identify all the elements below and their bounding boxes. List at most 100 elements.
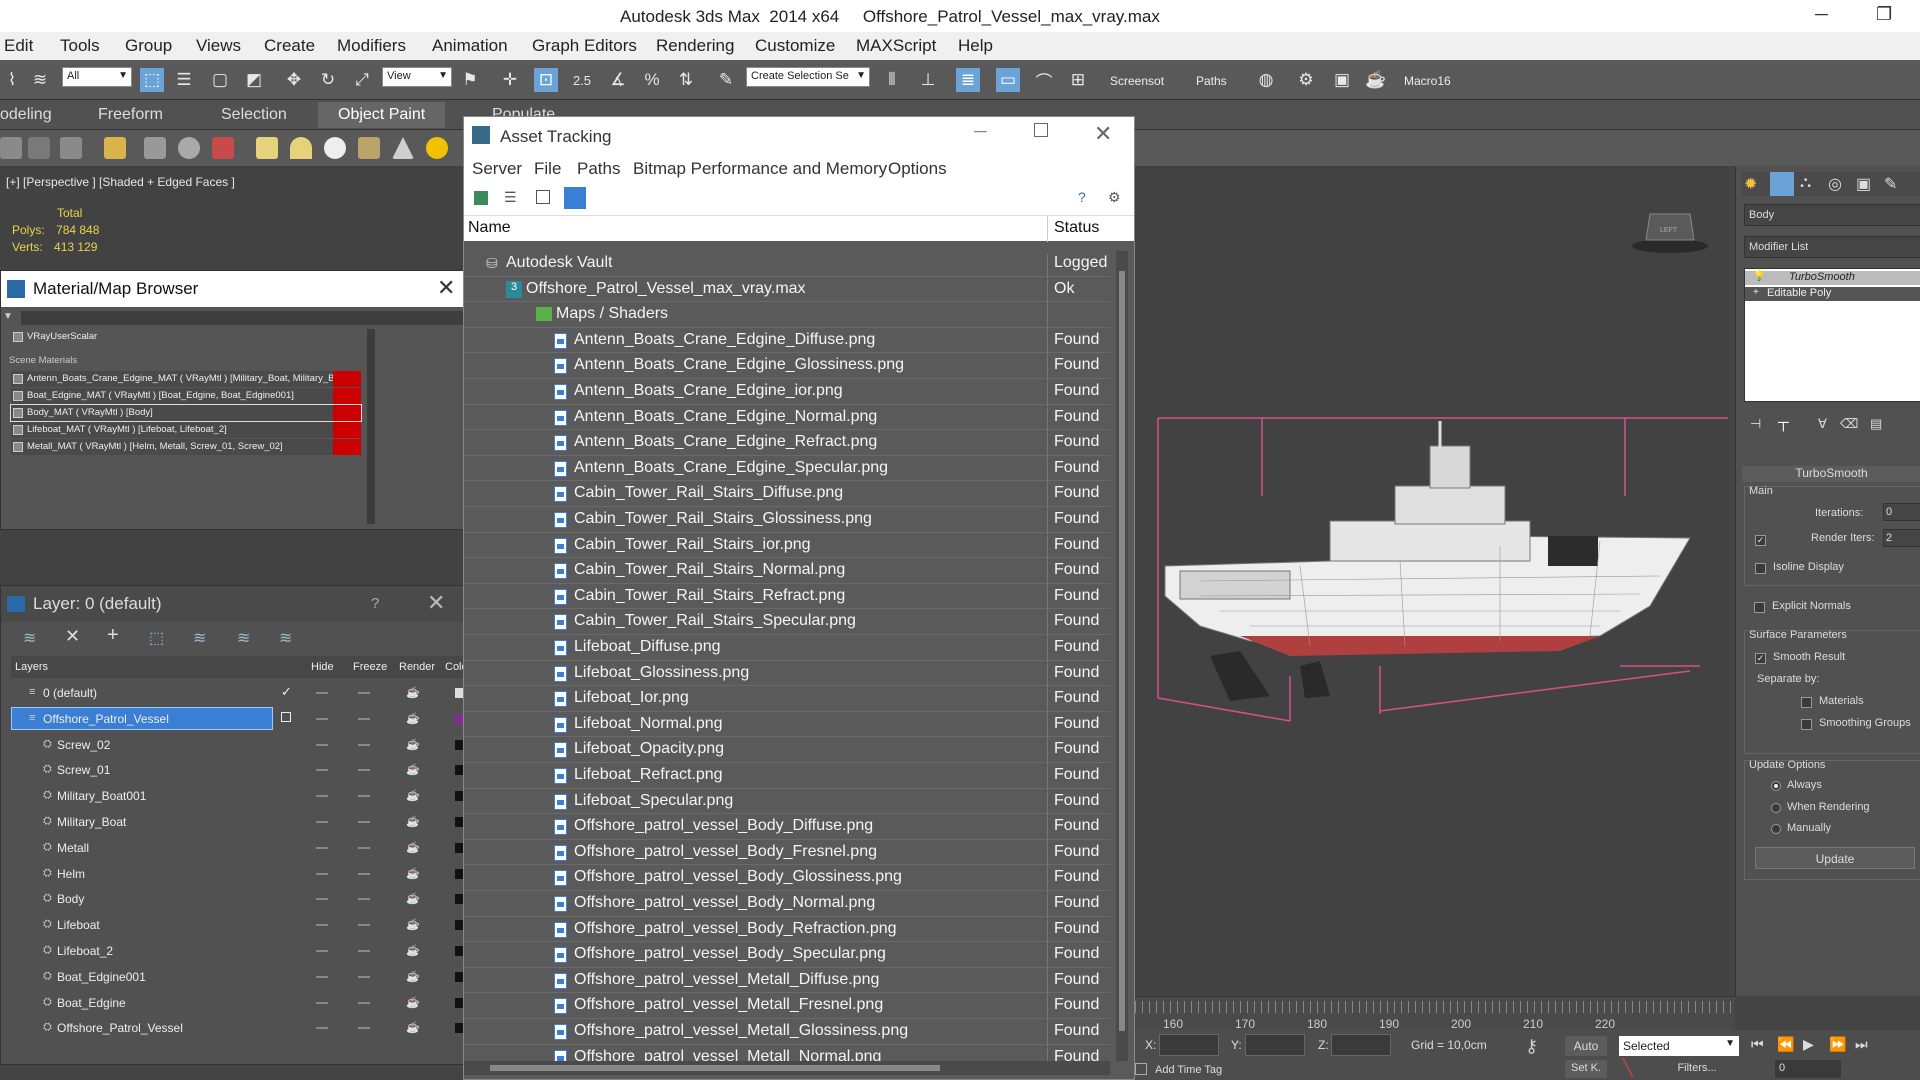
layer-row[interactable]: ⛭ Offshore_Patrol_Vessel ☕ bbox=[11, 1015, 465, 1040]
brush-icon[interactable] bbox=[178, 137, 200, 159]
layer-row[interactable]: ⛭ Military_Boat ☕ bbox=[11, 809, 465, 834]
highlight-layer-icon[interactable]: ≋ bbox=[193, 628, 206, 648]
hierarchy-tab-icon[interactable]: ⛬ bbox=[1800, 174, 1811, 192]
align-icon[interactable]: ⊥ bbox=[916, 68, 940, 92]
goto-end-icon[interactable]: ⏭ bbox=[1855, 1036, 1868, 1053]
menu-help[interactable]: Help bbox=[958, 36, 993, 56]
key-filter-dropdown[interactable]: Selected ▼ bbox=[1619, 1036, 1739, 1056]
timeline[interactable]: 160 170 180 190 200 210 220 bbox=[1135, 996, 1735, 1031]
menu-graph-editors[interactable]: Graph Editors bbox=[532, 36, 637, 56]
viewport-label[interactable]: [+] [Perspective ] [Shaded + Edged Faces… bbox=[6, 175, 235, 189]
scene-materials-section[interactable]: Scene Materials bbox=[9, 355, 77, 366]
menu-options[interactable]: Options bbox=[888, 159, 947, 179]
spinner-snap-icon[interactable]: ⇅ bbox=[674, 68, 698, 92]
hide-toggle[interactable] bbox=[316, 872, 328, 875]
window-crossing-icon[interactable]: ◩ bbox=[242, 68, 266, 92]
asset-row[interactable]: Offshore_patrol_vessel_Metall_Fresnel.pn… bbox=[464, 993, 1110, 1022]
layer-row[interactable]: ⛭ Screw_01 ☕ bbox=[11, 757, 465, 782]
asset-vertical-scrollbar[interactable] bbox=[1116, 251, 1128, 1061]
transform-icon[interactable] bbox=[144, 137, 166, 159]
freeze-all-icon[interactable]: ≋ bbox=[279, 628, 292, 648]
paint-grid-icon[interactable] bbox=[60, 137, 82, 159]
render-teapot-icon[interactable]: ☕ bbox=[406, 738, 420, 751]
set-current-icon[interactable] bbox=[281, 711, 291, 722]
asset-row[interactable]: Offshore_patrol_vessel_Metall_Glossiness… bbox=[464, 1019, 1110, 1047]
time-tag-icon[interactable] bbox=[1135, 1063, 1147, 1075]
asset-row[interactable]: Offshore_patrol_vessel_Body_Glossiness.p… bbox=[464, 865, 1110, 894]
asset-row[interactable]: Lifeboat_Glossiness.png Found bbox=[464, 661, 1110, 689]
lightbulb-icon[interactable]: 💡 bbox=[1753, 271, 1765, 282]
layer-row[interactable]: ⛭ Screw_02 ☕ bbox=[11, 732, 465, 757]
make-unique-icon[interactable]: ∀ bbox=[1818, 416, 1827, 432]
render-iters-checkbox[interactable]: ✓ bbox=[1755, 535, 1766, 546]
object-name-field[interactable]: Body bbox=[1744, 204, 1920, 226]
people-icon[interactable] bbox=[212, 137, 234, 159]
hide-toggle[interactable] bbox=[316, 821, 328, 823]
select-object-icon[interactable]: ⬚ bbox=[140, 68, 164, 92]
paths-button[interactable]: Paths bbox=[1196, 74, 1227, 88]
freeze-toggle[interactable] bbox=[358, 1001, 370, 1004]
asset-row[interactable]: Antenn_Boats_Crane_Edgine_Normal.png Foun… bbox=[464, 405, 1110, 433]
render-teapot-icon[interactable]: ☕ bbox=[406, 970, 420, 983]
render-teapot-icon[interactable]: ☕ bbox=[406, 789, 420, 802]
hide-toggle[interactable] bbox=[316, 846, 328, 849]
sphere-icon[interactable] bbox=[324, 137, 346, 159]
hide-toggle[interactable] bbox=[316, 1027, 328, 1030]
material-editor-icon[interactable]: ◍ bbox=[1254, 68, 1278, 92]
col-freeze[interactable]: Freeze bbox=[353, 661, 387, 673]
asset-row[interactable]: Offshore_patrol_vessel_Metall_Diffuse.pn… bbox=[464, 968, 1110, 996]
paint-list-icon[interactable] bbox=[28, 137, 50, 159]
delete-layer-icon[interactable]: ✕ bbox=[65, 626, 80, 647]
material-item[interactable]: Antenn_Boats_Crane_Edgine_MAT ( VRayMtl … bbox=[11, 371, 361, 387]
select-in-layer-icon[interactable]: ⬚ bbox=[149, 628, 164, 648]
asset-row[interactable]: Lifeboat_Diffuse.png Found bbox=[464, 635, 1110, 663]
tab-selection[interactable]: Selection bbox=[221, 106, 287, 124]
hide-all-icon[interactable]: ≋ bbox=[237, 628, 250, 648]
edit-named-sel-icon[interactable]: ✎ bbox=[714, 68, 738, 92]
menu-edit[interactable]: Edit bbox=[4, 36, 33, 56]
expand-icon[interactable]: ▼ bbox=[3, 311, 13, 322]
menu-create[interactable]: Create bbox=[264, 36, 315, 56]
stack-item-editable-poly[interactable]: Editable Poly bbox=[1745, 287, 1920, 301]
asset-row[interactable]: Cabin_Tower_Rail_Stairs_Refract.png Found bbox=[464, 584, 1110, 612]
col-render[interactable]: Render bbox=[399, 661, 435, 673]
y-coord-input[interactable] bbox=[1245, 1034, 1305, 1056]
layer-row[interactable]: ⛭ Boat_Edgine ☕ bbox=[11, 990, 465, 1015]
settings-icon[interactable]: ⚙ bbox=[1108, 189, 1121, 206]
freeze-toggle[interactable] bbox=[358, 950, 370, 952]
iterations-input[interactable]: 0 bbox=[1883, 503, 1920, 521]
scale-icon[interactable]: ⤢ bbox=[350, 68, 374, 92]
asset-row[interactable]: Cabin_Tower_Rail_Stairs_Normal.png Found bbox=[464, 558, 1110, 587]
menu-bitmap-performance[interactable]: Bitmap Performance and Memory bbox=[633, 159, 887, 179]
freeze-toggle[interactable] bbox=[358, 692, 370, 694]
menu-maxscript[interactable]: MAXScript bbox=[856, 36, 936, 56]
render-teapot-icon[interactable]: ☕ bbox=[406, 996, 420, 1009]
material-item[interactable]: Body_MAT ( VRayMtl ) [Body] bbox=[10, 404, 362, 422]
render-teapot-icon[interactable]: ☕ bbox=[406, 918, 420, 931]
stack-item-turbosmooth[interactable]: TurboSmooth bbox=[1745, 271, 1920, 285]
list-view-icon[interactable]: ☰ bbox=[504, 189, 517, 206]
menu-views[interactable]: Views bbox=[196, 36, 241, 56]
pivot-icon[interactable]: ⚑ bbox=[458, 68, 482, 92]
render-setup-icon[interactable]: ⚙ bbox=[1294, 68, 1318, 92]
x-coord-input[interactable] bbox=[1159, 1034, 1219, 1056]
cone-icon[interactable] bbox=[392, 137, 414, 159]
asset-row[interactable]: Antenn_Boats_Crane_Edgine_Refract.png Fou… bbox=[464, 430, 1110, 459]
freeze-toggle[interactable] bbox=[358, 821, 370, 823]
asset-horizontal-scrollbar[interactable] bbox=[464, 1061, 1110, 1075]
maximize-icon[interactable] bbox=[1034, 123, 1048, 137]
maximize-icon[interactable]: ❐ bbox=[1876, 4, 1892, 25]
always-radio[interactable] bbox=[1771, 781, 1781, 791]
dome-icon[interactable] bbox=[290, 137, 312, 159]
current-frame-input[interactable]: 0 bbox=[1775, 1060, 1841, 1078]
layer-row[interactable]: ⛭ Boat_Edgine001 ☕ bbox=[11, 964, 465, 989]
help-icon[interactable]: ? bbox=[371, 595, 379, 612]
col-layers[interactable]: Layers bbox=[15, 661, 48, 673]
modify-tab-icon[interactable] bbox=[1770, 172, 1794, 196]
render-teapot-icon[interactable]: ☕ bbox=[406, 867, 420, 880]
new-layer-icon[interactable]: ≋ bbox=[23, 628, 36, 648]
hide-toggle[interactable] bbox=[316, 795, 328, 798]
set-key-button[interactable]: Set K. bbox=[1565, 1060, 1607, 1078]
show-end-result-icon[interactable]: ┬ bbox=[1778, 414, 1789, 431]
render-teapot-icon[interactable]: ☕ bbox=[406, 815, 420, 828]
